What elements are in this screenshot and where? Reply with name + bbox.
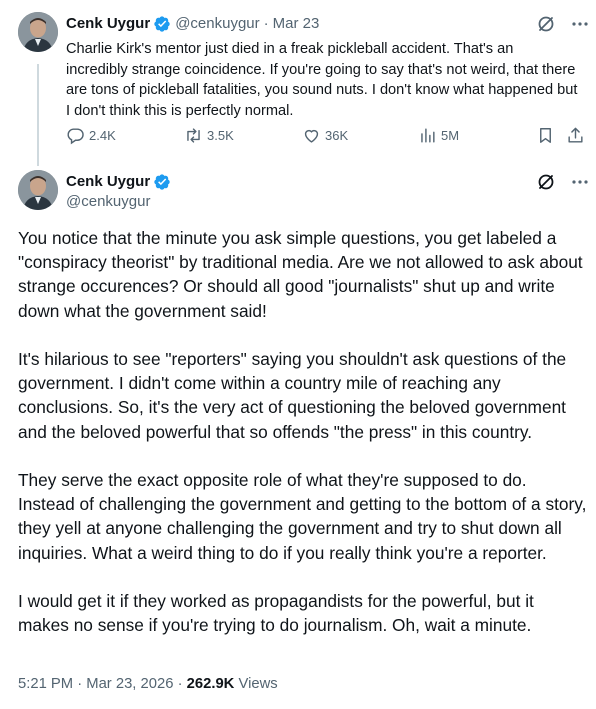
tweet-date[interactable]: Mar 23 (273, 14, 320, 34)
views-count: 262.9K (186, 676, 235, 692)
verified-badge-icon[interactable] (153, 15, 171, 33)
grok-icon[interactable] (536, 172, 556, 192)
reply-icon (67, 128, 84, 145)
avatar[interactable] (18, 12, 58, 52)
like-count: 36K (325, 128, 349, 143)
views-button[interactable]: 5M (418, 126, 459, 145)
tweet-top-actions (536, 14, 590, 34)
repost-icon (187, 128, 200, 143)
meta-separator: · (177, 676, 183, 692)
tweet-metadata: 5:21 PM · Mar 23, 2026 · 262.9K Views (18, 674, 278, 694)
tweet-paragraph: I would get it if they worked as propaga… (18, 591, 534, 636)
repost-count: 3.5K (207, 128, 234, 143)
tweet-paragraph: It's hilarious to see "reporters" saying… (18, 349, 567, 442)
more-icon[interactable] (570, 172, 590, 192)
repost-button[interactable]: 3.5K (184, 126, 234, 145)
tweet-paragraph: You notice that the minute you ask simpl… (18, 228, 583, 321)
author-handle[interactable]: @cenkuygur (175, 14, 259, 34)
share-icon (568, 127, 583, 143)
views-label: Views (238, 676, 278, 692)
author-name[interactable]: Cenk Uygur (66, 172, 150, 192)
tweet-text: You notice that the minute you ask simpl… (18, 226, 588, 662)
header-separator: · (263, 15, 269, 32)
avatar[interactable] (18, 170, 58, 210)
like-button[interactable]: 36K (302, 126, 348, 145)
tweet-paragraph: They serve the exact opposite role of wh… (18, 470, 587, 563)
tweet-timestamp[interactable]: 5:21 PM · Mar 23, 2026 (18, 676, 173, 692)
tweet-text: Charlie Kirk's mentor just died in a fre… (66, 41, 578, 120)
verified-badge-icon[interactable] (153, 173, 171, 191)
tweet-header: Cenk Uygur @cenkuygur · Mar 23 (66, 14, 319, 34)
bookmark-icon (540, 128, 551, 143)
tweet-top-actions (536, 172, 590, 192)
like-icon (304, 129, 319, 143)
views-icon (421, 128, 435, 143)
author-handle[interactable]: @cenkuygur (66, 192, 150, 212)
views-count: 5M (441, 128, 460, 143)
tweet-action-bar: 2.4K 3.5K 36K 5M (66, 126, 586, 150)
tweet-author: Cenk Uygur (66, 172, 171, 192)
more-icon[interactable] (570, 14, 590, 34)
share-button[interactable] (566, 126, 589, 145)
author-name[interactable]: Cenk Uygur (66, 14, 150, 34)
grok-icon[interactable] (536, 14, 556, 34)
reply-button[interactable]: 2.4K (66, 126, 116, 145)
thread-connector-line (37, 64, 39, 166)
reply-count: 2.4K (89, 128, 116, 143)
bookmark-button[interactable] (536, 126, 559, 145)
